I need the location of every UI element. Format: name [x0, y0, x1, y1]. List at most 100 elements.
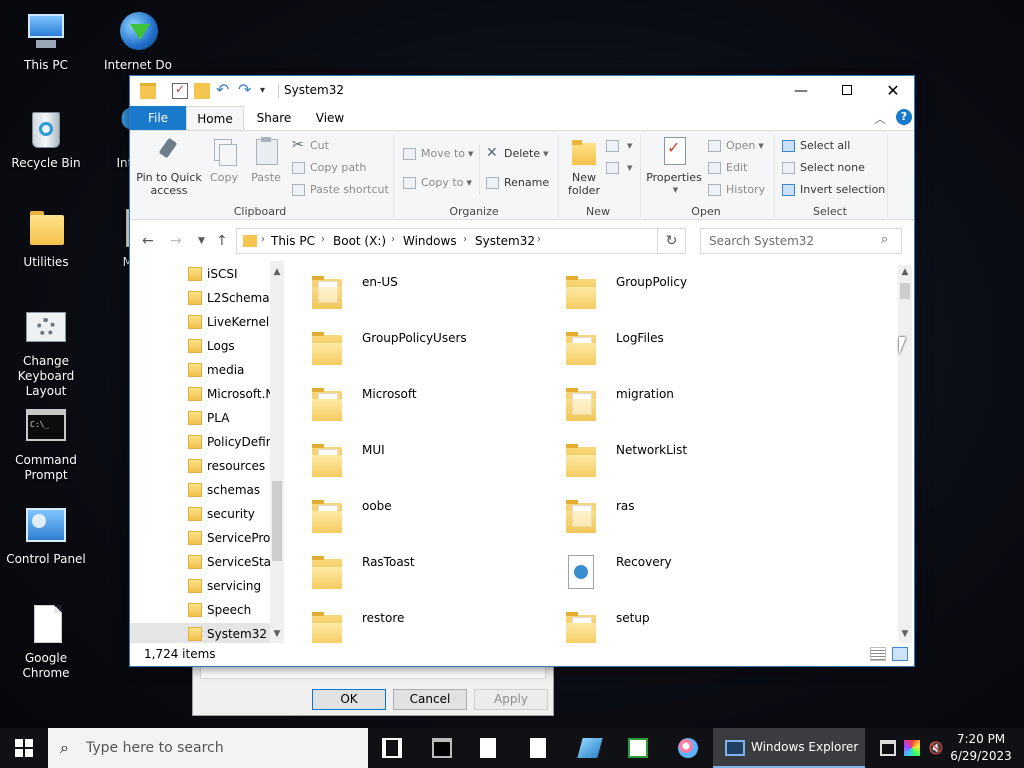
desktop-icon-internet-download-manager[interactable]: Internet Do — [92, 10, 184, 73]
taskbar-notepad[interactable] — [614, 728, 662, 768]
list-item[interactable]: MUI — [290, 435, 540, 483]
delete-button[interactable]: ✕ Delete ▼ — [486, 145, 549, 163]
up-button[interactable]: ↑ — [216, 233, 228, 249]
recent-locations-chevron-icon[interactable]: ▼ — [198, 236, 205, 246]
properties-button[interactable]: Properties ▼ — [644, 137, 704, 197]
tree-item-servicing[interactable]: servicing — [130, 575, 270, 599]
select-all-button[interactable]: Select all — [782, 137, 850, 155]
breadcrumb-this-pc[interactable]: This PC — [271, 234, 315, 248]
tree-item-l2schemas[interactable]: L2Schemas — [130, 287, 270, 311]
list-item[interactable]: NetworkList — [544, 435, 794, 483]
taskbar-command-prompt[interactable] — [418, 728, 466, 768]
scrollbar-thumb[interactable] — [900, 283, 910, 299]
pin-to-quick-access-button[interactable]: Pin to Quick access — [136, 137, 202, 197]
desktop-icon-control-panel[interactable]: Control Panel — [0, 504, 92, 567]
scroll-up-arrow-icon[interactable]: ▲ — [270, 265, 284, 279]
move-to-button[interactable]: Move to ▼ — [403, 145, 473, 163]
tab-view[interactable]: View — [304, 106, 356, 130]
desktop-icon-utilities[interactable]: Utilities — [0, 207, 92, 270]
tree-item-logs[interactable]: Logs — [130, 335, 270, 359]
copy-to-button[interactable]: Copy to ▼ — [403, 174, 472, 192]
tree-item-servicestate[interactable]: ServiceState — [130, 551, 270, 575]
taskbar-search[interactable]: ⌕ — [48, 728, 368, 768]
taskbar-document-1[interactable] — [466, 728, 514, 768]
new-folder-quick-icon[interactable] — [194, 83, 210, 99]
tree-item-schemas[interactable]: schemas — [130, 479, 270, 503]
desktop-icon-recycle-bin[interactable]: Recycle Bin — [0, 108, 92, 171]
easy-access-button[interactable]: ▼ — [606, 159, 632, 177]
tree-item-security[interactable]: security — [130, 503, 270, 527]
desktop-icon-google-chrome[interactable]: Google Chrome — [0, 603, 92, 681]
list-item[interactable]: Recovery — [544, 547, 794, 595]
redo-icon[interactable]: ↷ — [238, 82, 254, 99]
list-item[interactable]: migration — [544, 379, 794, 427]
minimize-button[interactable]: — — [778, 76, 824, 106]
list-item[interactable]: setup — [544, 603, 794, 643]
refresh-button[interactable]: ↻ — [658, 228, 686, 254]
desktop-icon-this-pc[interactable]: This PC — [0, 10, 92, 73]
tab-share[interactable]: Share — [244, 106, 304, 130]
task-view-button[interactable] — [368, 728, 416, 768]
forward-button[interactable]: → — [170, 233, 182, 249]
search-box[interactable]: ⌕ — [700, 228, 902, 254]
tree-item-livekernelreports[interactable]: LiveKernelR — [130, 311, 270, 335]
ok-button[interactable]: OK — [312, 689, 386, 710]
new-folder-button[interactable]: New folder — [564, 137, 604, 197]
scroll-down-arrow-icon[interactable]: ▼ — [270, 627, 284, 641]
paste-shortcut-button[interactable]: Paste shortcut — [292, 181, 389, 199]
tree-item-policydefinitions[interactable]: PolicyDefini — [130, 431, 270, 455]
address-bar[interactable]: › This PC › Boot (X:) › Windows › System… — [236, 228, 753, 254]
start-button[interactable] — [0, 728, 48, 768]
breadcrumb-boot-drive[interactable]: Boot (X:) — [333, 234, 386, 248]
tree-item-iscsi[interactable]: iSCSI — [130, 263, 270, 287]
tree-item-microsoft-net[interactable]: Microsoft.N — [130, 383, 270, 407]
taskbar-document-2[interactable] — [516, 728, 564, 768]
nav-pane-scrollbar[interactable]: ▲ ▼ — [270, 261, 284, 643]
title-bar[interactable]: ↶ ↷ ▾ System32 — ✕ — [130, 76, 914, 106]
tree-item-speech[interactable]: Speech — [130, 599, 270, 623]
new-item-button[interactable]: ▼ — [606, 137, 632, 155]
cut-button[interactable]: ✂ Cut — [292, 137, 329, 155]
tree-item-system32[interactable]: System32 — [130, 623, 270, 643]
invert-selection-button[interactable]: Invert selection — [782, 181, 885, 199]
search-input[interactable] — [701, 229, 873, 253]
taskbar-search-input[interactable] — [86, 728, 356, 768]
undo-icon[interactable]: ↶ — [216, 82, 232, 99]
tree-item-pla[interactable]: PLA — [130, 407, 270, 431]
paste-button[interactable]: Paste — [248, 137, 284, 184]
color-icon[interactable] — [904, 740, 920, 756]
list-item[interactable]: oobe — [290, 491, 540, 539]
desktop-icon-command-prompt[interactable]: C:\_ Command Prompt — [0, 405, 92, 483]
search-icon[interactable]: ⌕ — [881, 232, 888, 247]
rename-button[interactable]: Rename — [486, 174, 549, 192]
open-button[interactable]: Open ▼ — [708, 137, 764, 155]
breadcrumb-windows[interactable]: Windows — [403, 234, 457, 248]
taskbar-editor[interactable] — [566, 728, 614, 768]
breadcrumb-system32[interactable]: System32 — [475, 234, 535, 248]
list-item[interactable]: GroupPolicyUsers — [290, 323, 540, 371]
system-clock[interactable]: 7:20 PM 6/29/2023 — [948, 731, 1014, 765]
tree-item-resources[interactable]: resources — [130, 455, 270, 479]
help-button[interactable]: ? — [896, 109, 912, 125]
list-item[interactable]: en-US — [290, 267, 540, 315]
cancel-button[interactable]: Cancel — [393, 689, 467, 710]
copy-button[interactable]: Copy — [206, 137, 242, 184]
desktop-icon-change-keyboard-layout[interactable]: Change Keyboard Layout — [0, 306, 92, 399]
list-item[interactable]: GroupPolicy — [544, 267, 794, 315]
properties-quick-icon[interactable] — [172, 82, 188, 99]
large-icons-view-button[interactable] — [892, 647, 908, 661]
customize-toolbar-chevron-icon[interactable]: ▾ — [260, 83, 276, 99]
close-button[interactable]: ✕ — [870, 76, 916, 106]
network-icon[interactable] — [880, 740, 896, 756]
collapse-ribbon-chevron-icon[interactable]: ︿ — [874, 110, 886, 127]
edit-button[interactable]: Edit — [708, 159, 747, 177]
volume-muted-icon[interactable]: 🔇 — [928, 740, 944, 756]
back-button[interactable]: ← — [142, 233, 154, 249]
scroll-down-arrow-icon[interactable]: ▼ — [898, 627, 912, 641]
list-item[interactable]: RasToast — [290, 547, 540, 595]
list-item[interactable]: restore — [290, 603, 540, 643]
maximize-button[interactable] — [824, 76, 870, 106]
tree-item-media[interactable]: media — [130, 359, 270, 383]
list-item[interactable]: LogFiles — [544, 323, 794, 371]
taskbar-paint[interactable] — [664, 728, 712, 768]
